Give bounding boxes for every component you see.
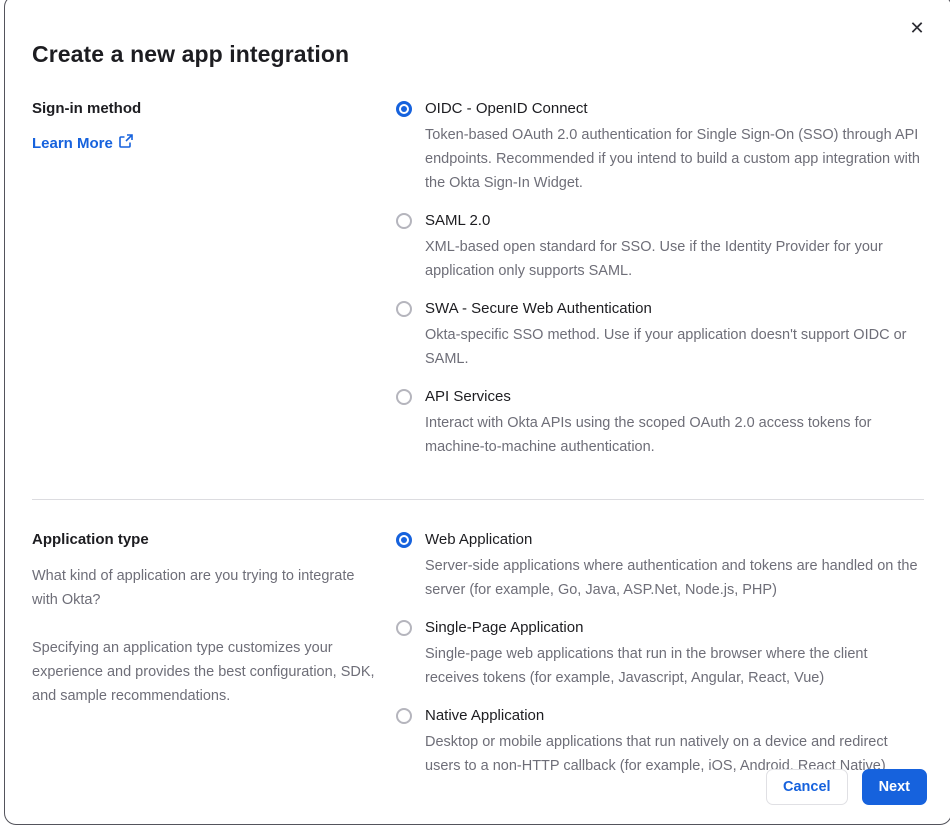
application-type-note: Specifying an application type customize… — [32, 640, 375, 704]
option-label: Web Application — [425, 531, 533, 548]
radio-option-native-application[interactable]: Native Application Desktop or mobile app… — [396, 706, 924, 778]
sign-in-method-heading: Sign-in method — [32, 100, 142, 117]
option-label: API Services — [425, 388, 511, 405]
radio-button[interactable] — [396, 301, 412, 317]
sign-in-method-section: Sign-in method Learn More OIDC - OpenID … — [32, 99, 924, 459]
radio-button[interactable] — [396, 213, 412, 229]
radio-button[interactable] — [396, 708, 412, 724]
radio-option-web-application[interactable]: Web Application Server-side applications… — [396, 530, 924, 602]
radio-option-single-page-application[interactable]: Single-Page Application Single-page web … — [396, 618, 924, 690]
radio-button[interactable] — [396, 620, 412, 636]
option-description: XML-based open standard for SSO. Use if … — [425, 239, 883, 279]
option-label: SAML 2.0 — [425, 212, 491, 229]
option-label: Native Application — [425, 707, 545, 724]
learn-more-link[interactable]: Learn More — [32, 134, 133, 152]
radio-button[interactable] — [396, 389, 412, 405]
option-description: Token-based OAuth 2.0 authentication for… — [425, 127, 920, 191]
page-title: Create a new app integration — [32, 41, 350, 67]
dialog-footer: Cancel Next — [766, 769, 927, 805]
radio-button[interactable] — [396, 101, 412, 117]
cancel-button[interactable]: Cancel — [766, 769, 848, 805]
section-divider — [32, 499, 924, 500]
external-link-icon — [119, 134, 133, 152]
learn-more-label: Learn More — [32, 134, 113, 152]
radio-button[interactable] — [396, 532, 412, 548]
application-type-question: What kind of application are you trying … — [32, 568, 355, 608]
application-type-heading: Application type — [32, 531, 149, 548]
radio-option-api-services[interactable]: API Services Interact with Okta APIs usi… — [396, 387, 924, 459]
option-description: Server-side applications where authentic… — [425, 558, 918, 598]
radio-option-swa[interactable]: SWA - Secure Web Authentication Okta-spe… — [396, 299, 924, 371]
option-label: SWA - Secure Web Authentication — [425, 300, 652, 317]
application-type-options: Web Application Server-side applications… — [396, 530, 924, 778]
option-description: Okta-specific SSO method. Use if your ap… — [425, 327, 907, 367]
radio-option-saml[interactable]: SAML 2.0 XML-based open standard for SSO… — [396, 211, 924, 283]
option-description: Single-page web applications that run in… — [425, 646, 868, 686]
option-label: OIDC - OpenID Connect — [425, 100, 588, 117]
sign-in-method-left: Sign-in method Learn More — [32, 99, 396, 459]
next-button[interactable]: Next — [861, 769, 927, 805]
sign-in-method-options: OIDC - OpenID Connect Token-based OAuth … — [396, 99, 924, 459]
close-icon[interactable]: ✕ — [905, 16, 929, 40]
application-type-section: Application type What kind of applicatio… — [32, 530, 924, 778]
option-description: Interact with Okta APIs using the scoped… — [425, 415, 872, 455]
create-app-integration-dialog: ✕ Create a new app integration Sign-in m… — [4, 0, 950, 825]
radio-option-oidc[interactable]: OIDC - OpenID Connect Token-based OAuth … — [396, 99, 924, 195]
option-label: Single-Page Application — [425, 619, 584, 636]
application-type-left: Application type What kind of applicatio… — [32, 530, 396, 778]
